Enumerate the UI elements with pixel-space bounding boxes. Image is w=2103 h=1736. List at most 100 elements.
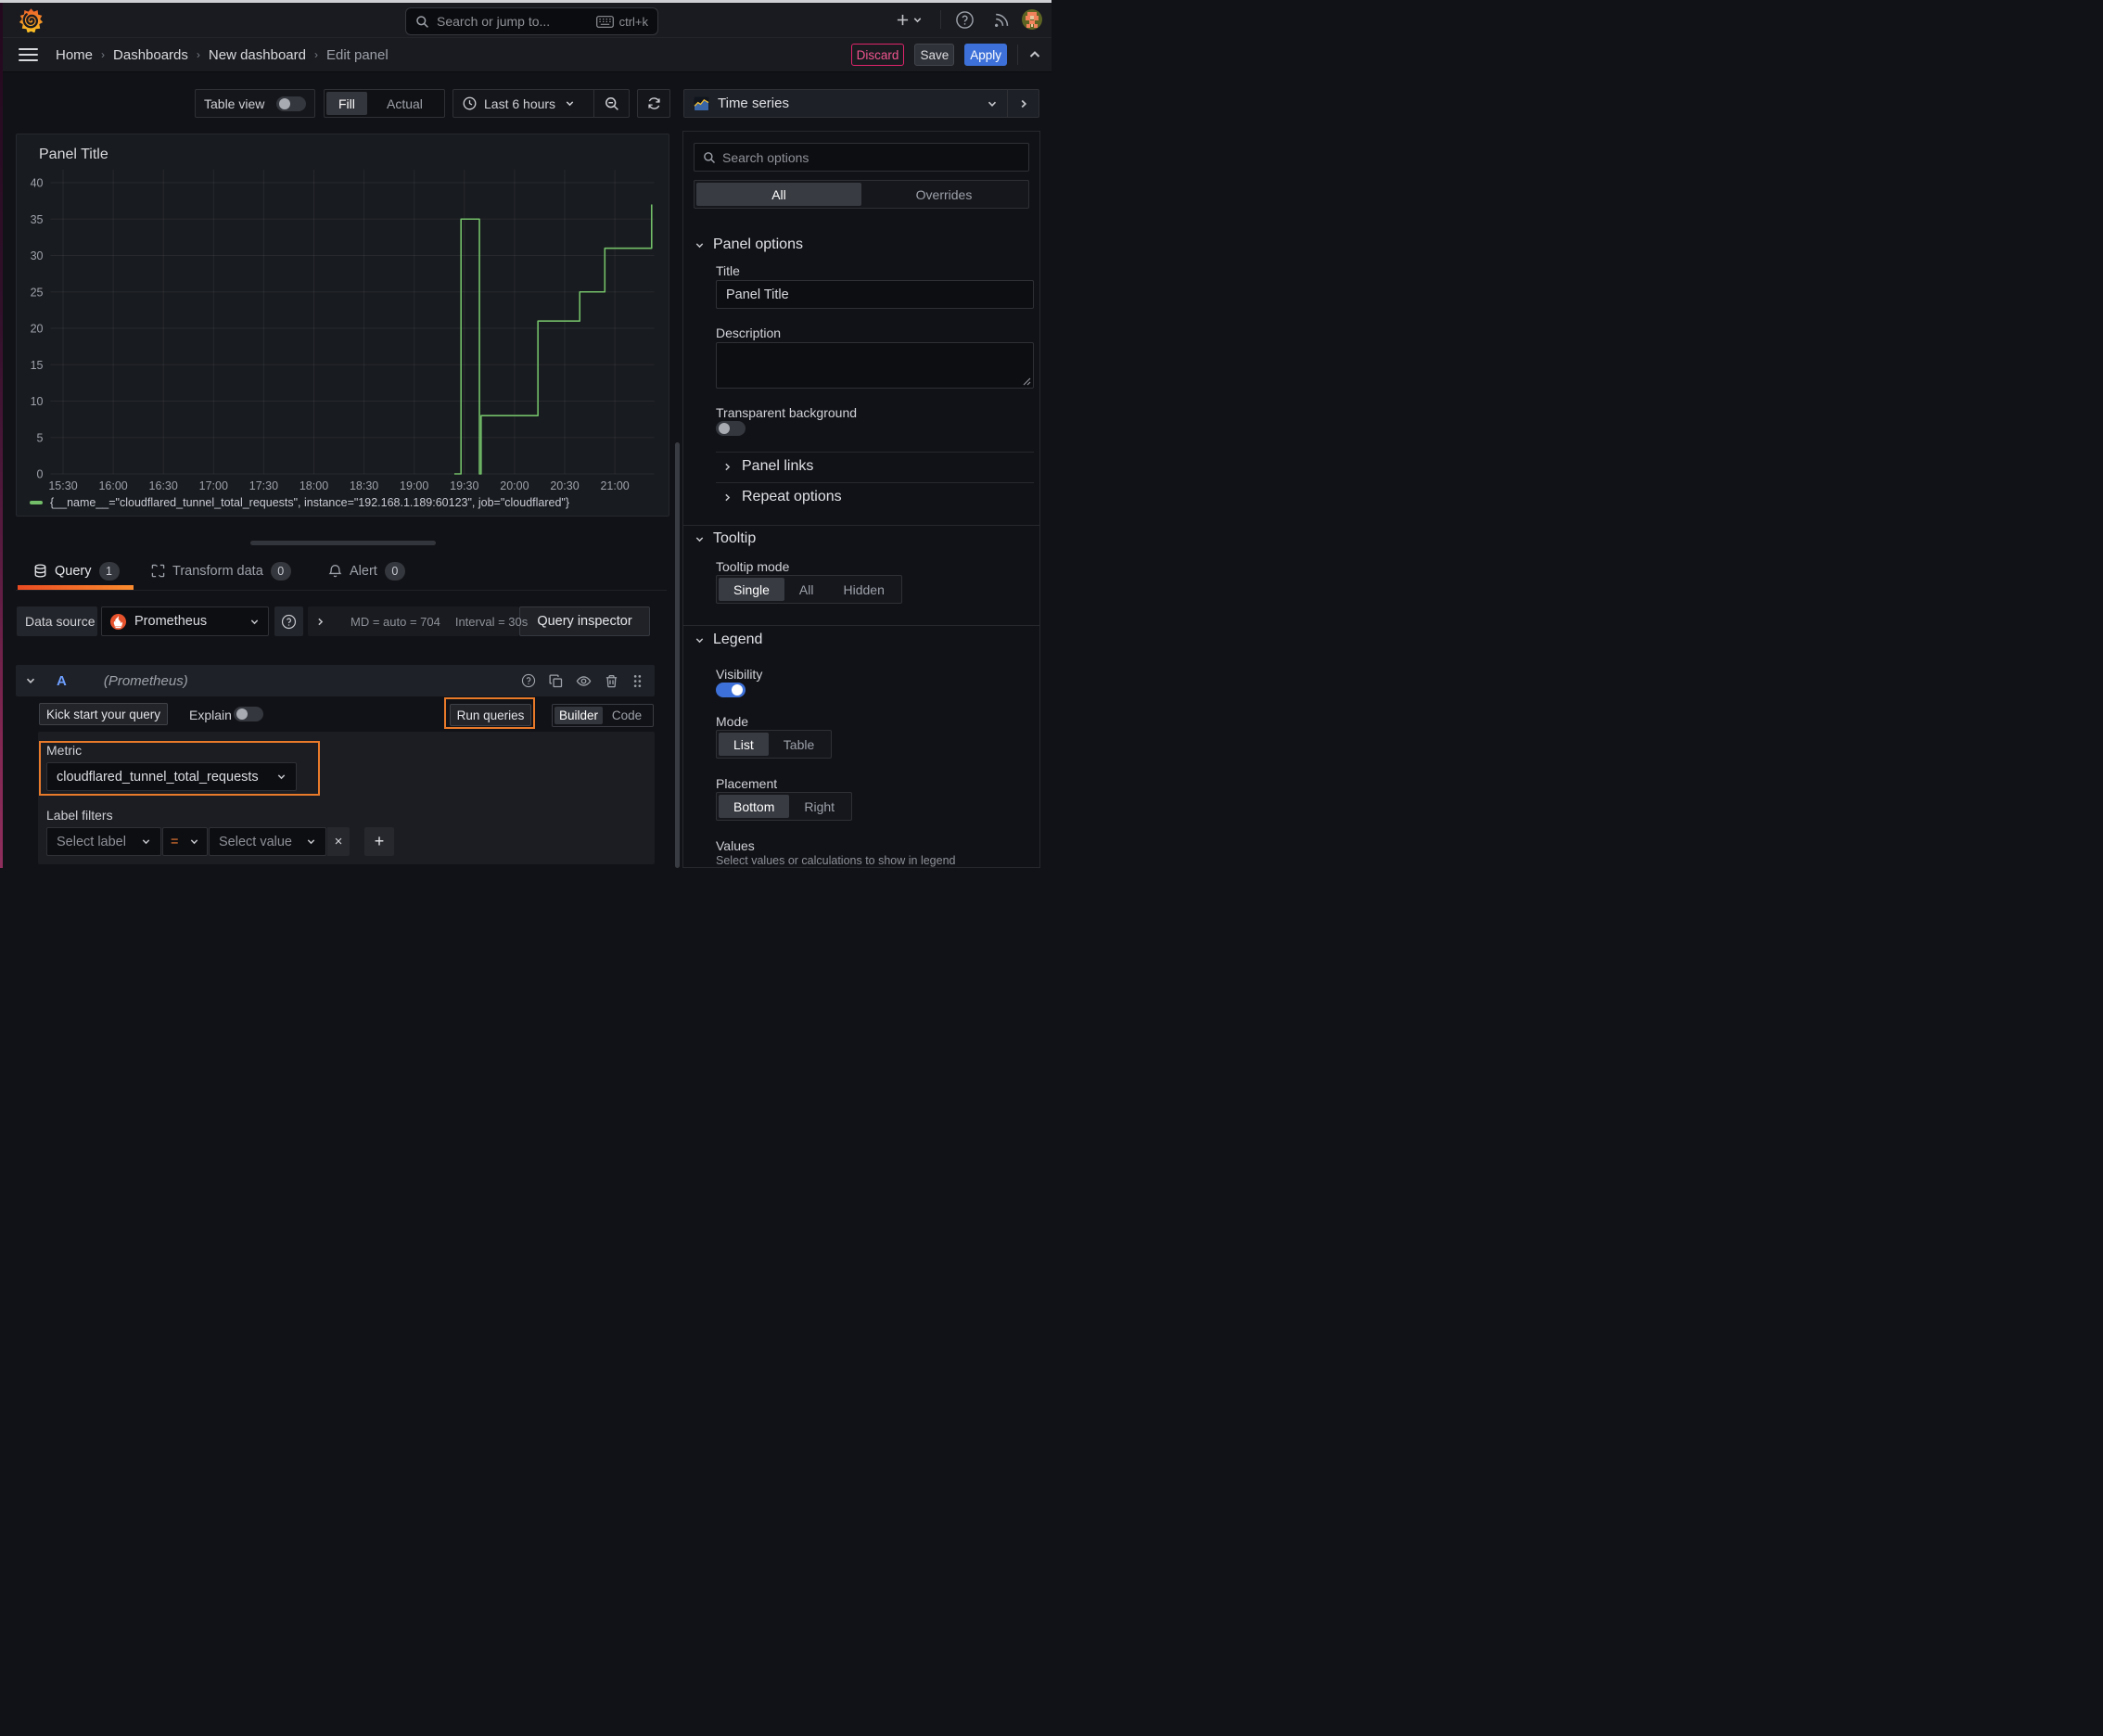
panel-title-input[interactable]: Panel Title bbox=[716, 280, 1034, 309]
explain-toggle[interactable] bbox=[234, 707, 263, 721]
menu-toggle-icon[interactable] bbox=[19, 48, 38, 61]
keyboard-icon bbox=[595, 15, 614, 28]
legend-mode-list[interactable]: List bbox=[719, 733, 769, 756]
legend-section-header[interactable]: Legend bbox=[695, 632, 762, 648]
datasource-picker[interactable]: Prometheus bbox=[101, 606, 269, 636]
datasource-help-button[interactable] bbox=[274, 606, 303, 636]
builder-option[interactable]: Builder bbox=[554, 707, 603, 724]
time-series-chart[interactable]: 0 5 10 15 20 25 30 35 40 15:30 16:00 16:30 17:00 17:3… bbox=[17, 134, 669, 516]
tooltip-mode-radio: Single All Hidden bbox=[716, 575, 902, 604]
tooltip-section-header[interactable]: Tooltip bbox=[695, 530, 756, 547]
max-data-points-stat: MD = auto = 704 bbox=[350, 614, 440, 629]
breadcrumb-home[interactable]: Home bbox=[56, 47, 93, 63]
tab-transform-data[interactable]: Transform data 0 bbox=[151, 556, 291, 585]
kick-start-query-button[interactable]: Kick start your query bbox=[39, 703, 168, 725]
label-filters-label: Label filters bbox=[46, 808, 113, 823]
grafana-logo-icon[interactable] bbox=[19, 7, 44, 32]
legend-placement-bottom[interactable]: Bottom bbox=[719, 795, 790, 818]
svg-text:16:30: 16:30 bbox=[149, 479, 178, 492]
description-textarea[interactable] bbox=[716, 342, 1034, 389]
actual-option[interactable]: Actual bbox=[367, 92, 442, 115]
options-filter-radio: All Overrides bbox=[694, 180, 1029, 209]
user-avatar[interactable] bbox=[1022, 9, 1042, 30]
metric-select[interactable]: cloudflared_tunnel_total_requests bbox=[46, 762, 297, 791]
legend-mode-table[interactable]: Table bbox=[769, 733, 829, 756]
options-filter-overrides[interactable]: Overrides bbox=[861, 183, 1026, 206]
visualization-picker-row: Time series bbox=[683, 89, 1039, 118]
repeat-options-section[interactable]: Repeat options bbox=[722, 489, 842, 505]
add-label-filter-button[interactable]: + bbox=[364, 827, 394, 856]
panel-options-section-header[interactable]: Panel options bbox=[695, 236, 803, 253]
delete-query-icon[interactable] bbox=[605, 674, 618, 688]
chevron-right-icon: › bbox=[101, 48, 106, 61]
hide-query-icon[interactable] bbox=[576, 673, 592, 689]
svg-text:30: 30 bbox=[31, 249, 44, 262]
search-shortcut: ctrl+k bbox=[618, 14, 648, 29]
clock-icon bbox=[463, 96, 477, 110]
label-filter-value-select[interactable]: Select value bbox=[209, 827, 326, 856]
chevron-up-icon[interactable] bbox=[1028, 48, 1041, 61]
legend-series-label[interactable]: {__name__="cloudflared_tunnel_total_requ… bbox=[50, 496, 569, 509]
bell-icon bbox=[328, 565, 342, 578]
breadcrumb-dashboards[interactable]: Dashboards bbox=[113, 47, 188, 63]
breadcrumb-new-dashboard[interactable]: New dashboard bbox=[209, 47, 306, 63]
remove-label-filter-button[interactable]: × bbox=[327, 827, 350, 856]
options-search-input[interactable]: Search options bbox=[694, 143, 1029, 172]
time-range-picker[interactable]: Last 6 hours bbox=[453, 90, 593, 117]
legend-swatch bbox=[30, 501, 43, 504]
top-navbar: Search or jump to... ctrl+k bbox=[3, 3, 1052, 37]
svg-text:15:30: 15:30 bbox=[48, 479, 77, 492]
tab-query[interactable]: Query 1 bbox=[33, 556, 120, 585]
query-help-icon[interactable] bbox=[521, 673, 536, 688]
run-queries-button[interactable]: Run queries bbox=[450, 704, 531, 726]
tooltip-mode-all[interactable]: All bbox=[784, 578, 829, 601]
chevron-right-icon: › bbox=[313, 48, 318, 61]
transparent-background-toggle[interactable] bbox=[716, 421, 746, 436]
label-filter-label-select[interactable]: Select label bbox=[46, 827, 161, 856]
svg-text:19:00: 19:00 bbox=[400, 479, 428, 492]
visibility-label: Visibility bbox=[716, 667, 763, 682]
svg-text:17:00: 17:00 bbox=[199, 479, 228, 492]
apply-button[interactable]: Apply bbox=[964, 44, 1007, 66]
save-button[interactable]: Save bbox=[914, 44, 955, 66]
refresh-button[interactable] bbox=[637, 89, 670, 118]
legend-placement-right[interactable]: Right bbox=[789, 795, 849, 818]
tab-alert[interactable]: Alert 0 bbox=[328, 556, 405, 585]
code-option[interactable]: Code bbox=[603, 707, 651, 724]
chevron-down-icon bbox=[142, 839, 150, 845]
tooltip-mode-hidden[interactable]: Hidden bbox=[828, 578, 899, 601]
new-menu-button[interactable] bbox=[896, 11, 924, 28]
toggle-viz-picker-button[interactable] bbox=[1007, 90, 1039, 117]
duplicate-query-icon[interactable] bbox=[549, 673, 563, 688]
query-row-datasource: (Prometheus) bbox=[103, 672, 188, 689]
label-filter-operator-select[interactable]: = bbox=[162, 827, 208, 856]
zoom-out-button[interactable] bbox=[593, 90, 629, 117]
drag-handle-icon[interactable] bbox=[631, 674, 644, 688]
panel-links-section[interactable]: Panel links bbox=[722, 458, 813, 475]
legend-visibility-toggle[interactable] bbox=[716, 683, 746, 697]
chevron-right-icon bbox=[318, 618, 324, 625]
news-rss-icon[interactable] bbox=[993, 10, 1012, 29]
transform-count-badge: 0 bbox=[270, 561, 291, 581]
global-search-input[interactable]: Search or jump to... ctrl+k bbox=[405, 7, 658, 35]
fill-option[interactable]: Fill bbox=[326, 92, 367, 115]
zoom-out-icon bbox=[605, 96, 618, 110]
table-view-toggle[interactable] bbox=[276, 96, 306, 111]
nav-divider bbox=[940, 10, 941, 29]
help-icon[interactable] bbox=[955, 10, 975, 30]
query-count-badge: 1 bbox=[98, 561, 120, 581]
query-row-header[interactable]: A (Prometheus) bbox=[16, 665, 655, 696]
query-inspector-button[interactable]: Query inspector bbox=[519, 606, 650, 636]
chevron-right-icon bbox=[1021, 99, 1026, 108]
discard-button[interactable]: Discard bbox=[850, 44, 905, 66]
panel-resize-handle[interactable] bbox=[250, 541, 436, 545]
svg-text:15: 15 bbox=[31, 359, 44, 372]
svg-text:16:00: 16:00 bbox=[98, 479, 127, 492]
options-filter-all[interactable]: All bbox=[696, 183, 861, 206]
tooltip-mode-single[interactable]: Single bbox=[719, 578, 784, 601]
chevron-down-icon bbox=[695, 242, 704, 248]
main-scrollbar-thumb[interactable] bbox=[675, 442, 680, 868]
svg-text:20:00: 20:00 bbox=[500, 479, 529, 492]
visualization-picker[interactable]: Time series bbox=[684, 90, 1007, 117]
svg-text:18:00: 18:00 bbox=[300, 479, 328, 492]
